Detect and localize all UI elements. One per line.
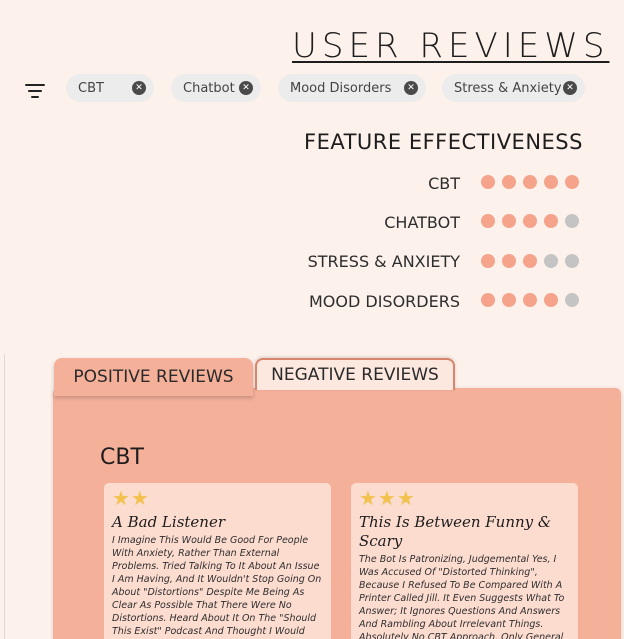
rating-dot-filled: [481, 214, 495, 228]
rating-dots: [481, 214, 579, 228]
divider: [4, 354, 5, 639]
rating-dot-filled: [481, 254, 495, 268]
review-title: A Bad Listener: [112, 513, 226, 531]
review-title: This Is Between Funny & Scary: [359, 513, 552, 550]
chip-label: Mood Disorders: [290, 80, 392, 96]
star-rating: ★★: [112, 486, 150, 510]
rating-dot-filled: [502, 254, 516, 268]
review-body: The Bot Is Patronizing, Judgemental Yes,…: [359, 554, 565, 639]
close-icon[interactable]: ✕: [132, 81, 146, 95]
feature-label: CBT: [428, 174, 460, 193]
rating-dot-empty: [565, 293, 579, 307]
rating-dot-filled: [544, 293, 558, 307]
rating-dot-filled: [502, 214, 516, 228]
rating-dot-filled: [523, 254, 537, 268]
chip-label: CBT: [78, 80, 104, 96]
rating-dot-filled: [523, 214, 537, 228]
feature-effectiveness-title: FEATURE EFFECTIVENESS: [304, 130, 583, 154]
rating-dot-filled: [523, 175, 537, 189]
filter-chip-stress-anxiety: Stress & Anxiety ✕: [442, 74, 585, 102]
rating-dot-filled: [502, 293, 516, 307]
filter-chip-cbt: CBT ✕: [66, 74, 154, 102]
rating-dot-empty: [544, 254, 558, 268]
rating-dots: [481, 175, 579, 189]
rating-dot-filled: [544, 214, 558, 228]
close-icon[interactable]: ✕: [404, 81, 418, 95]
rating-dot-empty: [565, 254, 579, 268]
rating-dot-filled: [481, 175, 495, 189]
close-icon[interactable]: ✕: [563, 81, 577, 95]
rating-dots: [481, 254, 579, 268]
filter-chip-chatbot: Chatbot ✕: [171, 74, 261, 102]
chip-label: Chatbot: [183, 80, 235, 96]
feature-label: STRESS & ANXIETY: [307, 252, 460, 271]
rating-dot-filled: [523, 293, 537, 307]
review-body: I Imagine This Would Be Good For People …: [112, 535, 322, 637]
page-title: USER REVIEWS: [292, 26, 610, 66]
rating-dot-filled: [481, 293, 495, 307]
rating-dot-empty: [565, 214, 579, 228]
rating-dot-filled: [544, 175, 558, 189]
tab-negative-reviews[interactable]: NEGATIVE REVIEWS: [255, 358, 455, 390]
rating-dots: [481, 293, 579, 307]
filter-icon[interactable]: [25, 84, 45, 100]
review-card: ★★★ This Is Between Funny & Scary The Bo…: [351, 483, 578, 639]
star-rating: ★★★: [359, 486, 416, 510]
rating-dot-filled: [565, 175, 579, 189]
chip-label: Stress & Anxiety: [454, 80, 562, 96]
filter-chip-mood-disorders: Mood Disorders ✕: [278, 74, 426, 102]
feature-label: MOOD DISORDERS: [308, 292, 460, 311]
tab-positive-reviews[interactable]: POSITIVE REVIEWS: [54, 358, 253, 396]
review-card: ★★ A Bad Listener I Imagine This Would B…: [104, 483, 331, 639]
rating-dot-filled: [502, 175, 516, 189]
section-label: CBT: [100, 445, 144, 470]
feature-label: CHATBOT: [384, 213, 460, 232]
close-icon[interactable]: ✕: [239, 81, 253, 95]
